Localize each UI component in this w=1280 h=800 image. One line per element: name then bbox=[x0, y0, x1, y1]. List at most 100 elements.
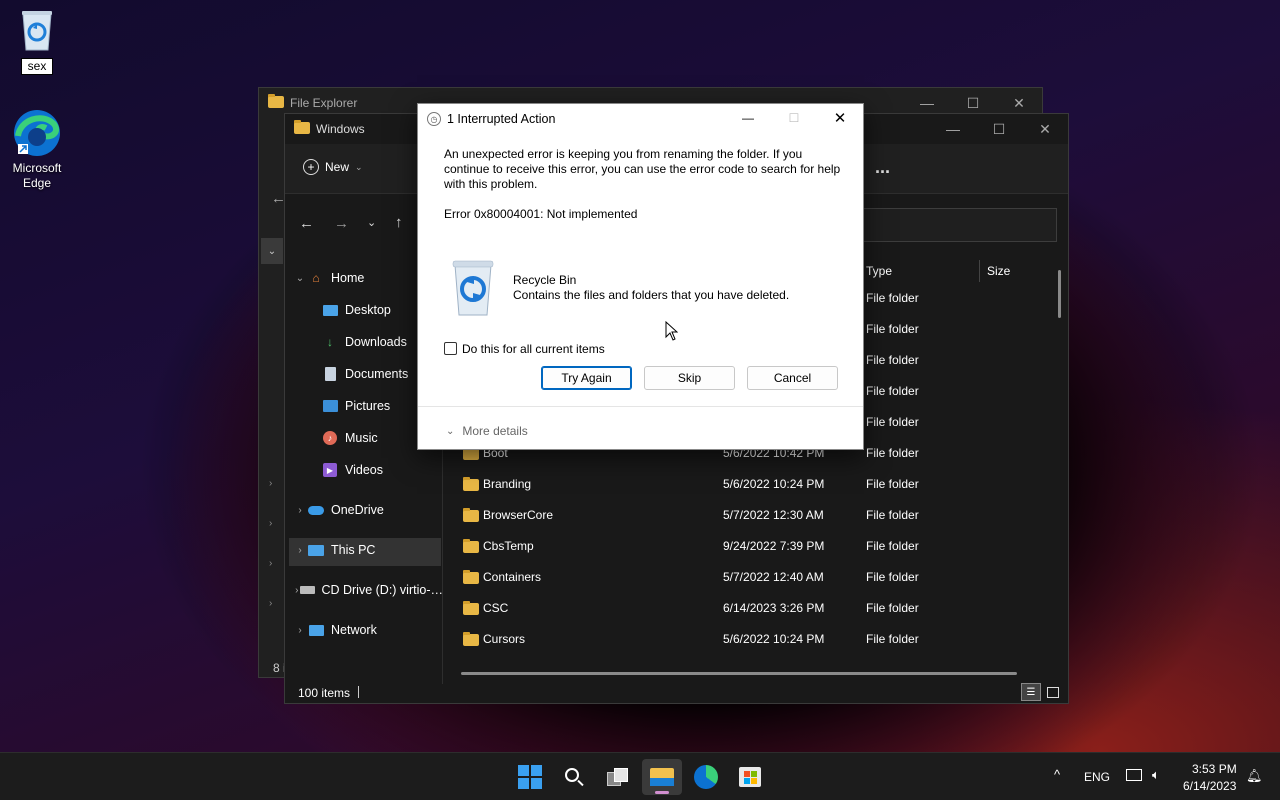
file-name: Containers bbox=[483, 570, 542, 584]
tiles-view-button[interactable] bbox=[1043, 683, 1063, 701]
new-button[interactable]: + New ⌄ bbox=[303, 159, 363, 175]
item-name: Recycle Bin bbox=[513, 273, 577, 287]
close-button[interactable]: ✕ bbox=[817, 104, 863, 132]
recycle-bin-icon bbox=[19, 8, 55, 52]
search-button[interactable] bbox=[554, 759, 594, 795]
language-indicator[interactable]: ENG bbox=[1084, 770, 1110, 784]
chevron-right-icon[interactable]: › bbox=[293, 505, 307, 516]
column-header-type[interactable]: Type bbox=[866, 260, 980, 282]
up-arrow-icon[interactable]: ↑ bbox=[395, 214, 403, 231]
item-description: Contains the files and folders that you … bbox=[513, 288, 790, 302]
window-title: Windows bbox=[316, 122, 365, 136]
windows-logo-icon bbox=[518, 765, 542, 789]
date-cell: 5/6/2022 10:24 PM bbox=[723, 632, 825, 646]
task-view-icon bbox=[607, 768, 629, 786]
cd-drive-icon bbox=[300, 582, 316, 598]
chevron-down-icon: ⌄ bbox=[355, 161, 363, 172]
show-hidden-icons-button[interactable]: ^ bbox=[1054, 767, 1060, 782]
nav-item-music[interactable]: ♪ Music bbox=[321, 424, 378, 452]
nav-item-downloads[interactable]: ↓ Downloads bbox=[321, 328, 407, 356]
table-row[interactable]: Containers 5/7/2022 12:40 AM File folder bbox=[445, 562, 1045, 593]
expand-chevron-icon[interactable]: › bbox=[269, 518, 272, 529]
chevron-down-icon: ⌄ bbox=[446, 425, 455, 437]
start-button[interactable] bbox=[510, 759, 550, 795]
apply-all-checkbox[interactable] bbox=[444, 342, 457, 355]
scrollbar-thumb[interactable] bbox=[1058, 270, 1061, 318]
table-row[interactable]: Branding 5/6/2022 10:24 PM File folder bbox=[445, 469, 1045, 500]
skip-button[interactable]: Skip bbox=[644, 366, 735, 390]
nav-item-home[interactable]: ⌄ ⌂ Home bbox=[293, 264, 365, 292]
date-cell: 6/14/2023 3:26 PM bbox=[723, 601, 825, 615]
folder-icon bbox=[268, 93, 284, 111]
details-view-button[interactable]: ☰ bbox=[1021, 683, 1041, 701]
recent-locations-icon[interactable]: ⌄ bbox=[367, 216, 376, 229]
clock-icon: ◷ bbox=[427, 112, 441, 126]
folder-icon bbox=[463, 570, 479, 587]
folder-icon bbox=[463, 446, 479, 463]
table-row[interactable]: BrowserCore 5/7/2022 12:30 AM File folde… bbox=[445, 500, 1045, 531]
expand-chevron-icon[interactable]: › bbox=[269, 558, 272, 569]
interrupted-action-dialog[interactable]: ◷ 1 Interrupted Action — ☐ ✕ An unexpect… bbox=[417, 103, 864, 450]
dialog-title: 1 Interrupted Action bbox=[447, 112, 556, 126]
active-indicator bbox=[655, 791, 669, 794]
clock-date[interactable]: 6/14/2023 bbox=[1183, 779, 1236, 793]
file-name: CbsTemp bbox=[483, 539, 534, 553]
type-cell: File folder bbox=[866, 322, 919, 336]
table-row[interactable]: CSC 6/14/2023 3:26 PM File folder bbox=[445, 593, 1045, 624]
close-button[interactable]: ✕ bbox=[1022, 114, 1068, 144]
status-bar: 100 items ☰ bbox=[285, 682, 1068, 703]
minimize-button[interactable]: — bbox=[725, 104, 771, 132]
more-details-toggle[interactable]: ⌄ More details bbox=[446, 424, 528, 438]
date-cell: 5/6/2022 10:24 PM bbox=[723, 477, 825, 491]
taskbar-edge[interactable] bbox=[686, 759, 726, 795]
volume-muted-icon[interactable]: 🔈︎ bbox=[1152, 767, 1160, 783]
desktop-icon-edge[interactable]: Microsoft Edge bbox=[2, 108, 72, 191]
back-arrow-icon[interactable]: ← bbox=[299, 215, 314, 232]
table-row[interactable]: CbsTemp 9/24/2022 7:39 PM File folder bbox=[445, 531, 1045, 562]
horizontal-scrollbar[interactable] bbox=[461, 672, 1017, 675]
download-icon: ↓ bbox=[327, 335, 333, 349]
type-cell: File folder bbox=[866, 508, 919, 522]
nav-item-cddrive[interactable]: › CD Drive (D:) virtio-… bbox=[293, 576, 443, 604]
clock-time[interactable]: 3:53 PM bbox=[1192, 762, 1237, 776]
add-icon: + bbox=[303, 159, 319, 175]
type-cell: File folder bbox=[866, 384, 919, 398]
type-cell: File folder bbox=[866, 446, 919, 460]
chevron-right-icon[interactable]: › bbox=[293, 545, 307, 556]
nav-item-onedrive[interactable]: › OneDrive bbox=[293, 496, 383, 524]
taskbar-file-explorer[interactable] bbox=[642, 759, 682, 795]
store-icon bbox=[739, 767, 761, 787]
nav-item-documents[interactable]: Documents bbox=[321, 360, 408, 388]
nav-item-thispc[interactable]: › This PC bbox=[293, 536, 375, 564]
task-view-button[interactable] bbox=[598, 759, 638, 795]
table-row[interactable]: Cursors 5/6/2022 10:24 PM File folder bbox=[445, 624, 1045, 655]
nav-item-videos[interactable]: ▶ Videos bbox=[321, 456, 383, 484]
network-status-icon[interactable] bbox=[1126, 769, 1142, 781]
forward-arrow-icon[interactable]: → bbox=[334, 215, 349, 232]
see-more-button[interactable]: ... bbox=[875, 157, 890, 178]
cancel-button[interactable]: Cancel bbox=[747, 366, 838, 390]
type-cell: File folder bbox=[866, 601, 919, 615]
maximize-button[interactable]: ☐ bbox=[771, 104, 817, 132]
computer-icon bbox=[307, 542, 325, 558]
try-again-button[interactable]: Try Again bbox=[541, 366, 632, 390]
taskbar-store[interactable] bbox=[730, 759, 770, 795]
checkbox-label[interactable]: Do this for all current items bbox=[462, 342, 605, 356]
column-header-size[interactable]: Size bbox=[987, 264, 1010, 278]
maximize-button[interactable]: ☐ bbox=[976, 114, 1022, 144]
collapse-button[interactable]: ⌄ bbox=[261, 238, 283, 264]
folder-icon bbox=[463, 632, 479, 649]
chevron-right-icon[interactable]: › bbox=[293, 585, 300, 596]
chevron-right-icon[interactable]: › bbox=[293, 625, 307, 636]
chevron-down-icon[interactable]: ⌄ bbox=[293, 273, 307, 284]
search-box[interactable] bbox=[855, 208, 1057, 242]
notification-icon[interactable]: 🔔︎ bbox=[1246, 768, 1263, 784]
expand-chevron-icon[interactable]: › bbox=[269, 598, 272, 609]
nav-item-desktop[interactable]: Desktop bbox=[321, 296, 391, 324]
nav-item-pictures[interactable]: Pictures bbox=[321, 392, 390, 420]
nav-item-network[interactable]: › Network bbox=[293, 616, 377, 644]
expand-chevron-icon[interactable]: › bbox=[269, 478, 272, 489]
minimize-button[interactable]: — bbox=[930, 114, 976, 144]
error-code: Error 0x80004001: Not implemented bbox=[444, 207, 638, 221]
desktop-icon-recycle-bin[interactable]: sex bbox=[2, 8, 72, 75]
